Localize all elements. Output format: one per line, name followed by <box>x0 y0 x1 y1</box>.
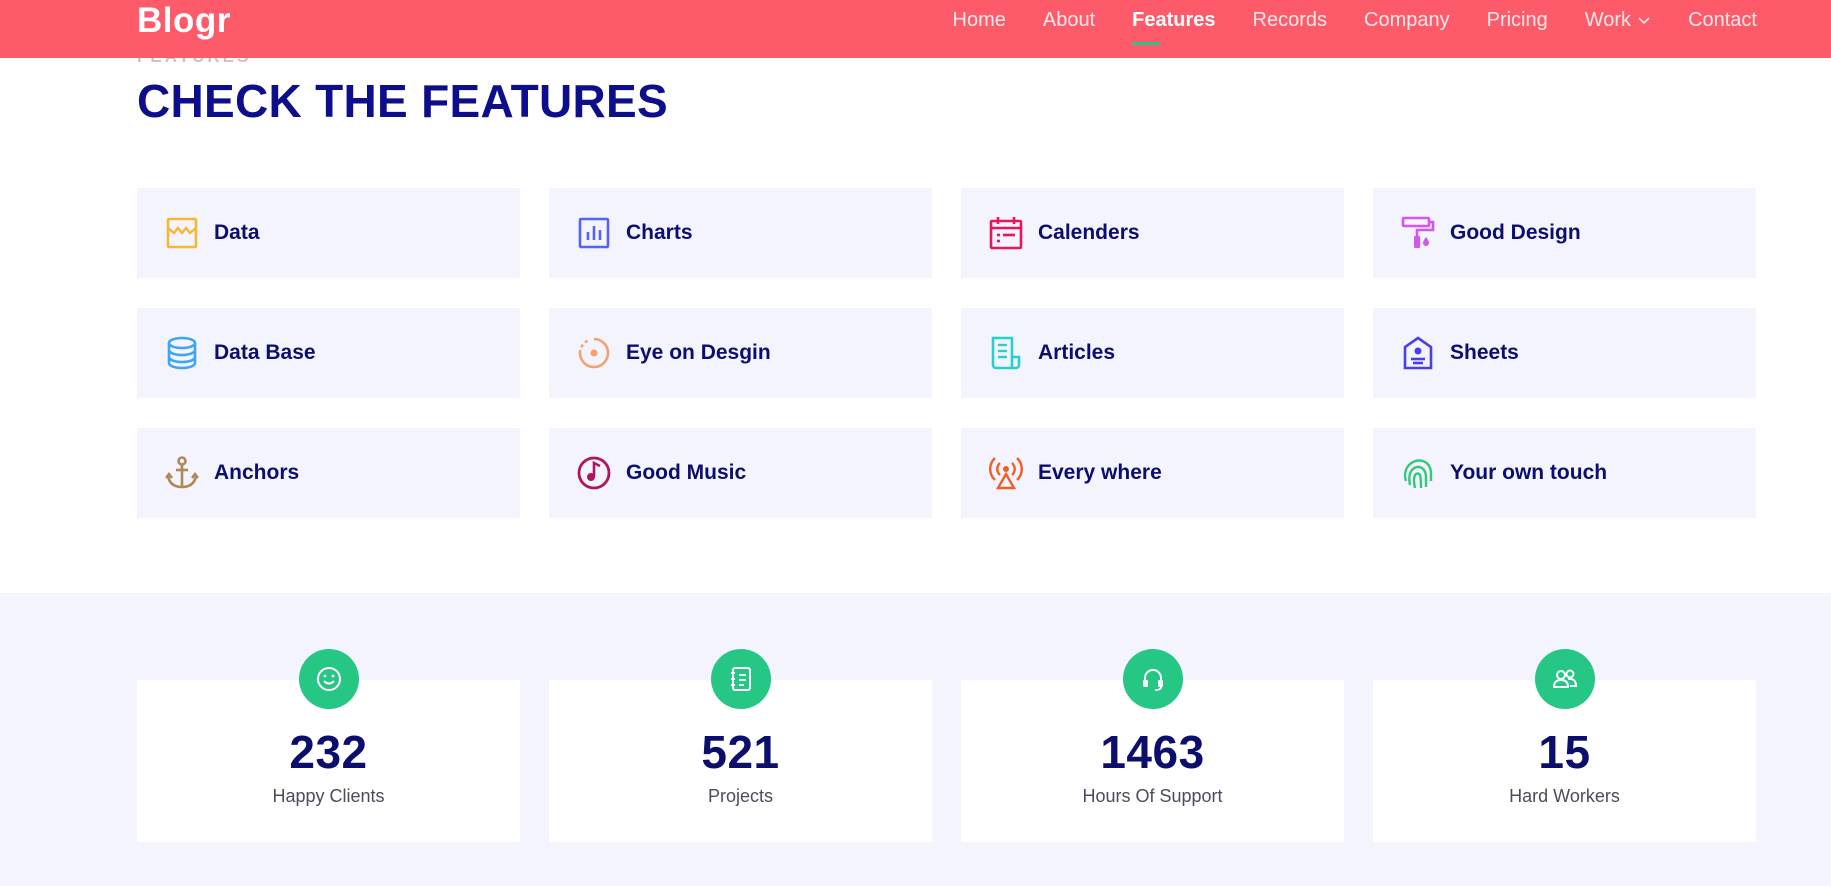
feature-card-calenders[interactable]: Calenders <box>961 188 1344 278</box>
feature-card-data-base[interactable]: Data Base <box>137 308 520 398</box>
broadcast-icon <box>988 455 1024 491</box>
feature-label: Sheets <box>1450 341 1519 364</box>
active-nav-indicator <box>1132 42 1161 45</box>
feature-card-data[interactable]: Data <box>137 188 520 278</box>
nav-label: Pricing <box>1486 9 1548 31</box>
section-title: CHECK THE FEATURES <box>137 75 669 127</box>
calendar-icon <box>988 215 1024 251</box>
nav-pricing[interactable]: Pricing <box>1487 0 1548 40</box>
stat-label: Happy Clients <box>272 786 385 806</box>
stats-grid: 232 Happy Clients 521 Projects 1463 Hour… <box>137 649 1757 843</box>
feature-label: Calenders <box>1038 221 1140 244</box>
stat-card-hard-workers: 15 Hard Workers <box>1373 649 1756 843</box>
logo[interactable]: Blogr <box>137 0 231 42</box>
stat-label: Hard Workers <box>1509 786 1620 806</box>
stat-number: 1463 <box>1100 726 1205 778</box>
feature-label: Good Music <box>626 461 747 484</box>
chevron-down-icon <box>1638 17 1650 25</box>
nav-contact[interactable]: Contact <box>1688 0 1757 40</box>
anchor-icon <box>164 455 200 491</box>
database-icon <box>164 335 200 371</box>
nav-label: About <box>1042 9 1096 31</box>
features-grid: Data Charts Calenders Good Design Data B <box>137 188 1757 518</box>
feature-card-good-design[interactable]: Good Design <box>1373 188 1756 278</box>
headset-icon <box>1123 649 1183 709</box>
feature-card-anchors[interactable]: Anchors <box>137 428 520 518</box>
nav-label: Company <box>1364 9 1450 31</box>
window-icon <box>164 215 200 251</box>
nav-label: Home <box>952 9 1006 31</box>
stat-number: 15 <box>1538 726 1591 778</box>
main-nav: Home About Features Records Company Pric… <box>916 0 1757 45</box>
feature-label: Data <box>214 221 260 244</box>
stat-card-happy-clients: 232 Happy Clients <box>137 649 520 843</box>
notebook-icon <box>711 649 771 709</box>
feature-card-good-music[interactable]: Good Music <box>549 428 932 518</box>
stat-label: Hours Of Support <box>1082 786 1223 806</box>
user-tag-icon <box>1400 335 1436 371</box>
nav-features[interactable]: Features <box>1132 0 1216 45</box>
feature-card-eye-on-desgin[interactable]: Eye on Desgin <box>549 308 932 398</box>
site-header: Blogr Home About Features Records Compan… <box>0 0 1831 58</box>
stat-number: 232 <box>289 726 368 778</box>
page: Blogr Home About Features Records Compan… <box>0 0 1831 886</box>
stat-number: 521 <box>701 726 780 778</box>
smile-icon <box>299 649 359 709</box>
users-icon <box>1535 649 1595 709</box>
feature-label: Anchors <box>214 461 300 484</box>
feature-label: Your own touch <box>1450 461 1608 484</box>
feature-card-charts[interactable]: Charts <box>549 188 932 278</box>
stat-card-projects: 521 Projects <box>549 649 932 843</box>
feature-label: Data Base <box>214 341 316 364</box>
feature-card-articles[interactable]: Articles <box>961 308 1344 398</box>
feature-label: Charts <box>626 221 693 244</box>
document-icon <box>988 335 1024 371</box>
feature-label: Eye on Desgin <box>626 341 771 364</box>
feature-card-sheets[interactable]: Sheets <box>1373 308 1756 398</box>
nav-company[interactable]: Company <box>1364 0 1450 40</box>
stat-label: Projects <box>707 786 774 806</box>
stat-card-hours-of-support: 1463 Hours Of Support <box>961 649 1344 843</box>
nav-label: Records <box>1252 9 1327 31</box>
nav-label: Features <box>1132 9 1216 31</box>
paint-roller-icon <box>1400 215 1436 251</box>
feature-card-every-where[interactable]: Every where <box>961 428 1344 518</box>
music-note-icon <box>576 455 612 491</box>
feature-card-your-own-touch[interactable]: Your own touch <box>1373 428 1756 518</box>
feature-label: Every where <box>1038 461 1162 484</box>
nav-records[interactable]: Records <box>1253 0 1327 40</box>
nav-label: Contact <box>1688 9 1757 31</box>
feature-label: Articles <box>1038 341 1116 364</box>
nav-home[interactable]: Home <box>953 0 1006 40</box>
target-icon <box>576 335 612 371</box>
bar-chart-icon <box>576 215 612 251</box>
nav-label: Work <box>1584 9 1632 31</box>
nav-work-dropdown[interactable]: Work <box>1585 0 1651 40</box>
feature-label: Good Design <box>1450 221 1581 244</box>
nav-about[interactable]: About <box>1043 0 1095 40</box>
fingerprint-icon <box>1400 455 1436 491</box>
